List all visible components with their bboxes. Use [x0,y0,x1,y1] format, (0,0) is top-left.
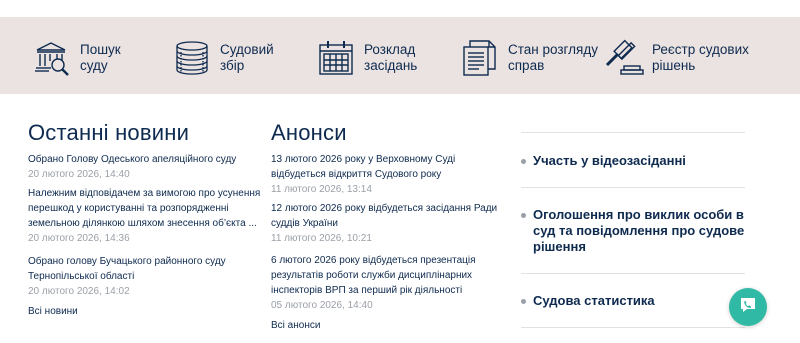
chat-phone-icon [738,295,758,320]
gavel-icon [604,38,644,78]
bullet-icon [521,213,526,218]
announcement-item[interactable]: 6 лютого 2026 року відбудеться презентац… [271,253,501,312]
side-link-label[interactable]: Участь у відеозасіданні [533,153,686,169]
service-hearing-schedule[interactable]: Розклад засідань [316,36,417,80]
side-link-label[interactable]: Оголошення про виклик особи в суд та пов… [533,207,745,255]
news-item-date: 20 лютого 2026, 14:02 [28,286,130,297]
service-case-status[interactable]: Стан розгляду справ [460,36,598,80]
all-announcements-link[interactable]: Всі анонси [271,320,320,331]
news-item-date: 20 лютого 2026, 14:36 [28,233,130,244]
service-court-search[interactable]: Пошук суду [32,36,121,80]
service-court-decisions-registry[interactable]: Реєстр судових рішень [604,36,749,80]
bullet-icon [521,159,526,164]
news-item-text[interactable]: Обрано голову Бучацького районного суду … [28,254,268,284]
side-link-label[interactable]: Судова статистика [533,293,655,309]
court-building-magnifier-icon [32,38,72,78]
all-news-link[interactable]: Всі новини [28,306,78,317]
side-divider [521,327,745,328]
news-title: Останні новини [28,120,190,145]
bullet-icon [521,299,526,304]
side-divider [521,273,745,274]
announcement-item-date: 11 лютого 2026, 13:14 [271,184,372,195]
news-item-text[interactable]: Належним відповідачем за вимогою про усу… [28,186,268,231]
service-label: Пошук суду [80,42,121,73]
side-link-video-hearing[interactable]: Участь у відеозасіданні [521,153,745,169]
documents-icon [460,38,500,78]
service-court-fee[interactable]: Судовий збір [172,36,274,80]
announcement-item-text[interactable]: 6 лютого 2026 року відбудеться презентац… [271,253,501,298]
side-link-summons[interactable]: Оголошення про виклик особи в суд та пов… [521,207,745,255]
news-item[interactable]: Належним відповідачем за вимогою про усу… [28,186,268,245]
news-item-date: 20 лютого 2026, 14:40 [28,169,130,180]
news-item[interactable]: Обрано Голову Одеського апеляційного суд… [28,152,268,181]
chat-button[interactable] [729,288,767,326]
announcement-item-date: 11 лютого 2026, 10:21 [271,233,372,244]
announcement-item[interactable]: 13 лютого 2026 року у Верховному Суді ві… [271,152,501,196]
calendar-icon [316,38,356,78]
announcement-item-date: 05 лютого 2026, 14:40 [271,300,373,311]
news-item[interactable]: Обрано голову Бучацького районного суду … [28,254,268,298]
side-divider [521,187,745,188]
service-label: Реєстр судових рішень [652,42,749,73]
service-label: Розклад засідань [364,42,418,73]
coin-stack-icon [172,38,212,78]
announcement-item-text[interactable]: 12 лютого 2026 року відбудеться засіданн… [271,201,501,231]
side-divider [521,132,745,133]
announcement-item[interactable]: 12 лютого 2026 року відбудеться засіданн… [271,201,501,245]
side-link-statistics[interactable]: Судова статистика [521,293,745,309]
announcement-item-text[interactable]: 13 лютого 2026 року у Верховному Суді ві… [271,152,501,182]
announcements-title: Анонси [271,120,347,145]
service-label: Стан розгляду справ [508,42,598,73]
news-item-text[interactable]: Обрано Голову Одеського апеляційного суд… [28,152,268,167]
service-label: Судовий збір [220,42,274,73]
